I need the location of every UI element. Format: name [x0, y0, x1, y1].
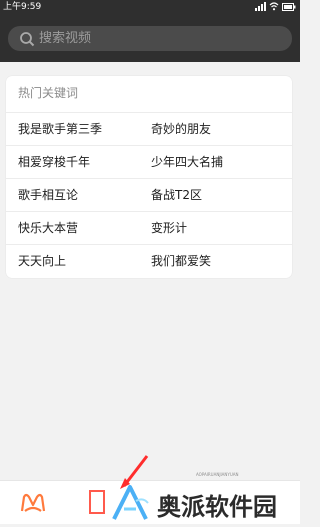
logo-text: 奥派软件园	[157, 493, 277, 521]
keyword-row: 天天向上 我们都爱笑	[6, 244, 292, 275]
mango-home-icon[interactable]	[20, 493, 46, 513]
keyword-row: 歌手相互论 备战T2区	[6, 178, 292, 209]
signal-icon	[255, 2, 266, 11]
keyword-item[interactable]: 相爱穿梭千年	[18, 153, 90, 170]
keyword-row: 我是歌手第三季 奇妙的朋友	[6, 112, 292, 143]
keyword-item[interactable]: 天天向上	[18, 252, 66, 269]
keyword-item[interactable]: 变形计	[151, 219, 187, 236]
status-time: 上午9:59	[3, 2, 42, 12]
search-input[interactable]	[37, 26, 279, 51]
hot-keywords-card: 热门关键词 我是歌手第三季 奇妙的朋友 相爱穿梭千年 少年四大名捕 歌手相互论 …	[6, 76, 292, 278]
watermark-url: AOPAIRUANJIANYUAN	[196, 472, 239, 477]
keyword-item[interactable]: 快乐大本营	[18, 219, 78, 236]
wifi-icon	[269, 2, 279, 11]
status-bar: 上午9:59	[0, 0, 300, 14]
hot-keywords-title: 热门关键词	[18, 86, 79, 100]
logo-mark-icon	[112, 485, 149, 520]
top-bar: 上午9:59	[0, 0, 300, 62]
site-logo: 奥派软件园	[110, 483, 300, 523]
status-icons	[255, 2, 296, 11]
keyword-item[interactable]: 备战T2区	[151, 186, 202, 203]
battery-icon	[282, 2, 296, 11]
center-tab-icon[interactable]	[89, 490, 105, 514]
search-bar[interactable]	[8, 26, 292, 51]
keyword-item[interactable]: 我们都爱笑	[151, 252, 211, 269]
keyword-item[interactable]: 少年四大名捕	[151, 153, 223, 170]
keyword-row: 相爱穿梭千年 少年四大名捕	[6, 145, 292, 176]
search-icon	[17, 29, 37, 49]
keyword-item[interactable]: 歌手相互论	[18, 186, 78, 203]
keyword-item[interactable]: 我是歌手第三季	[18, 120, 102, 137]
keyword-item[interactable]: 奇妙的朋友	[151, 120, 211, 137]
keyword-row: 快乐大本营 变形计	[6, 211, 292, 242]
